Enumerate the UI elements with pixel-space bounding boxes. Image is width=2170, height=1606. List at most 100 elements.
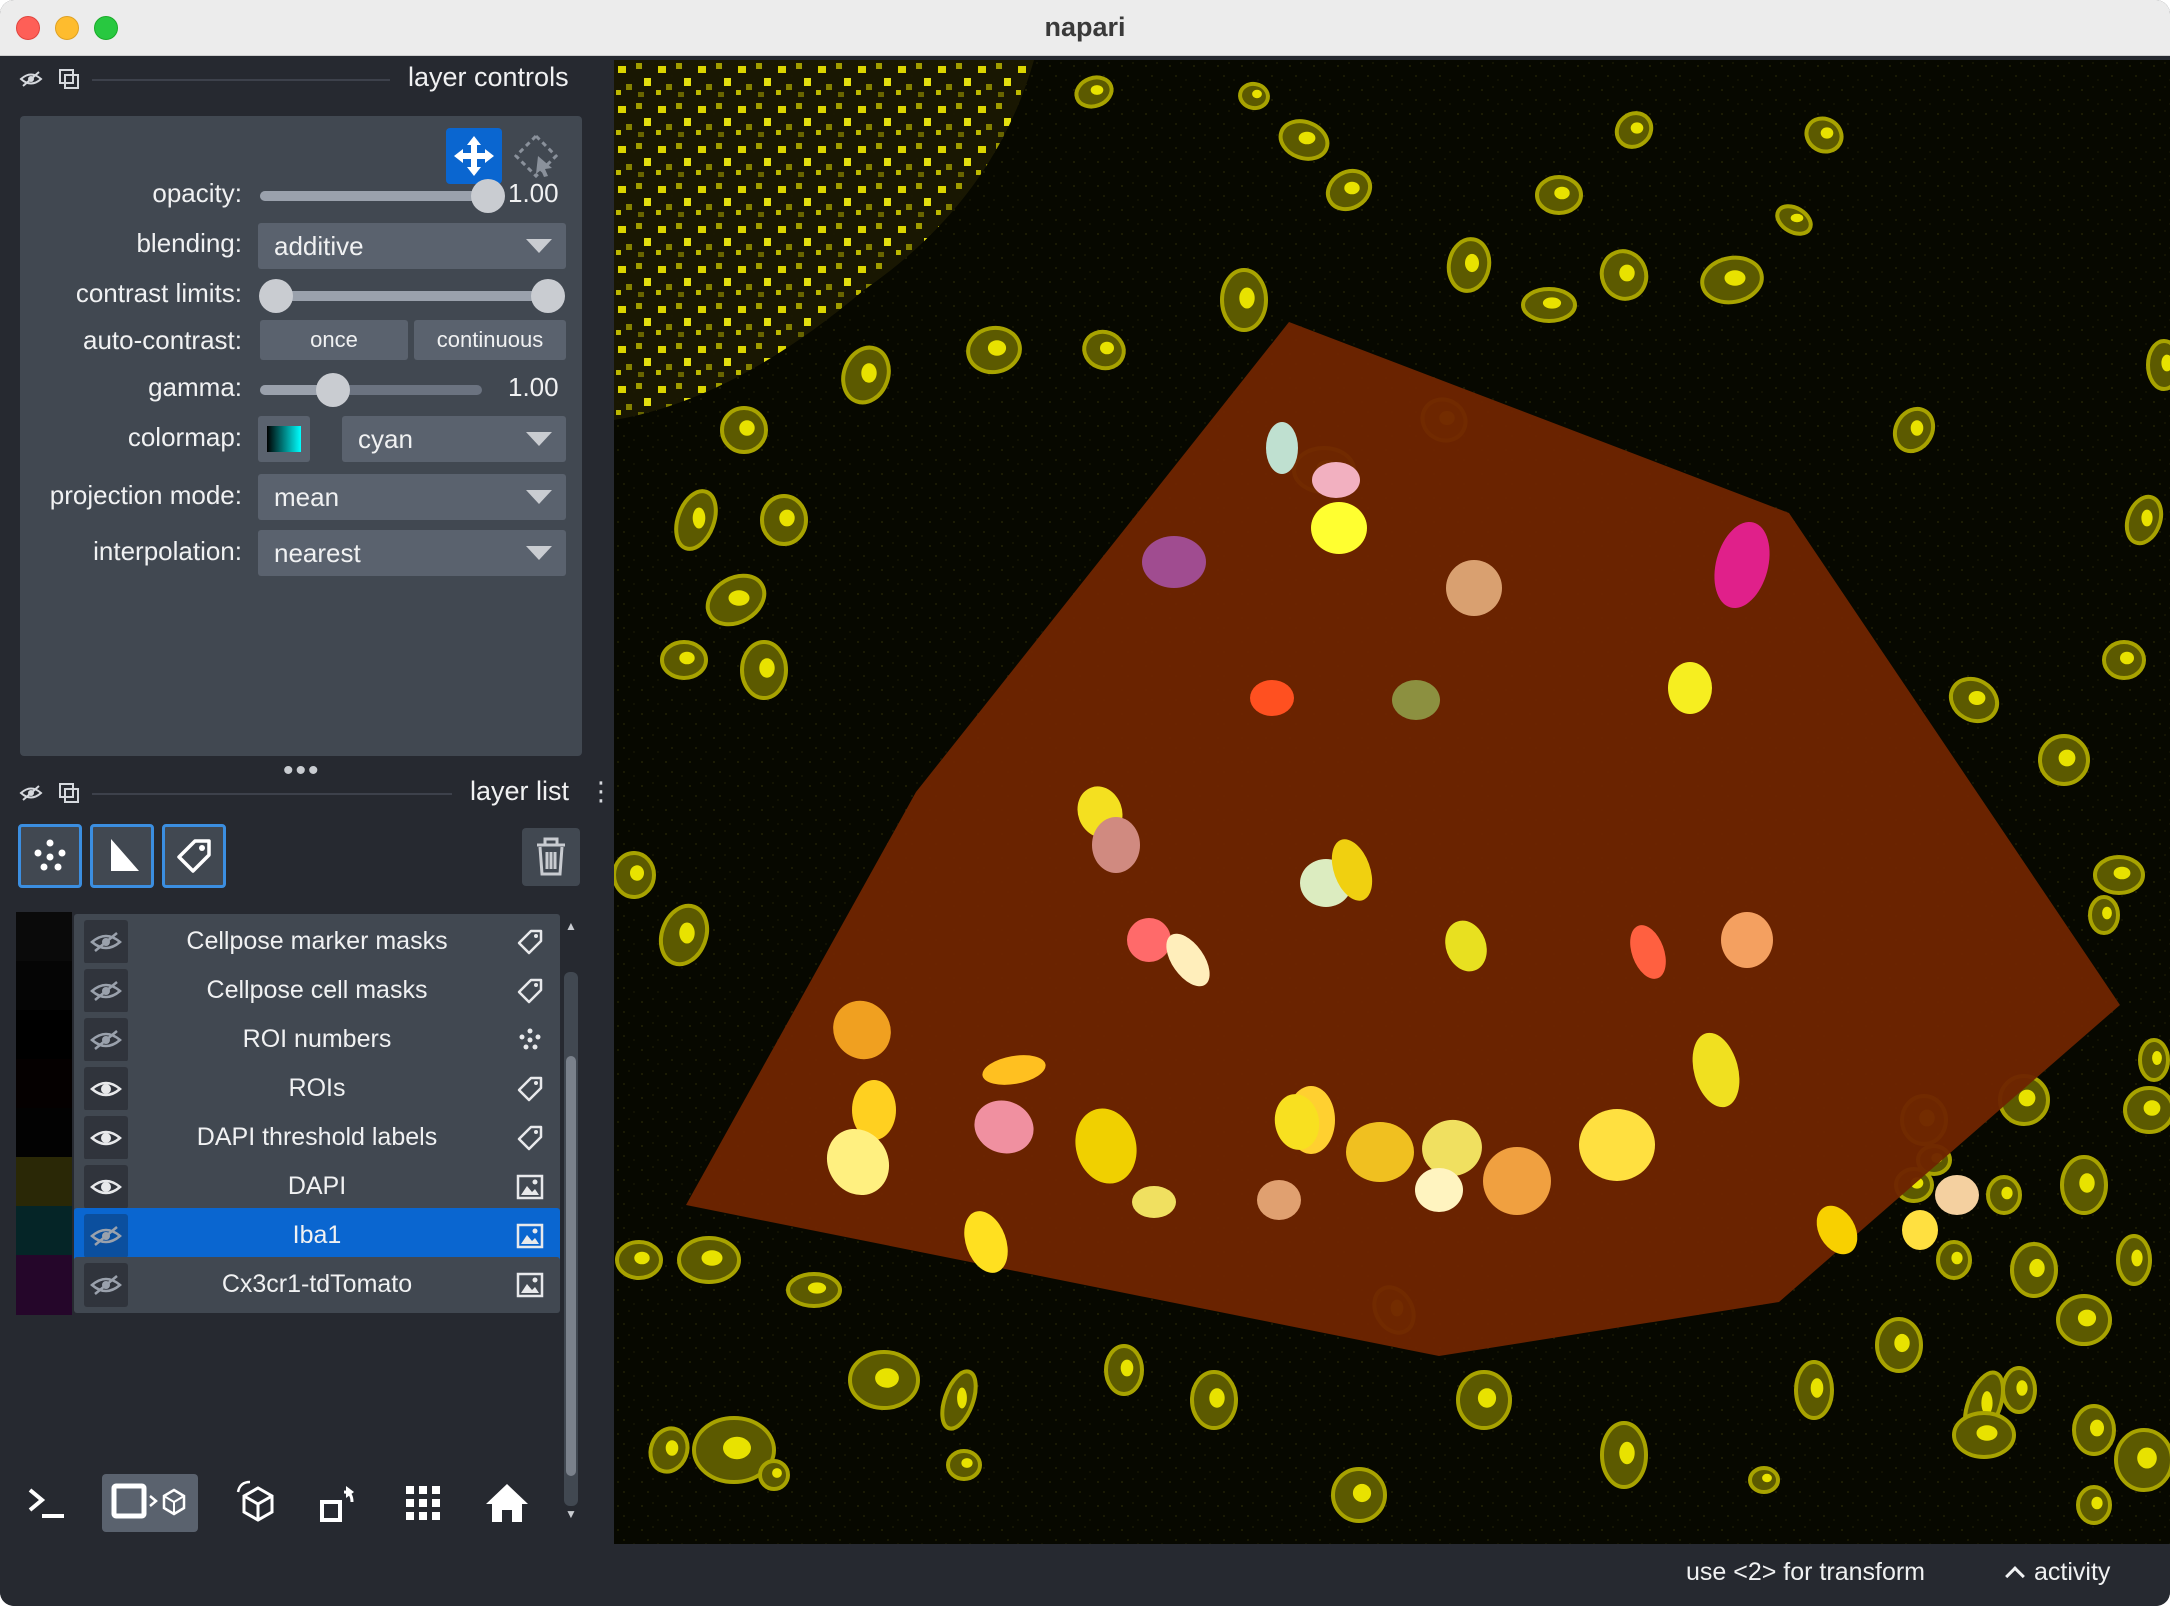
visibility-eye-icon[interactable] (84, 1165, 128, 1209)
interpolation-dropdown[interactable]: nearest (258, 530, 566, 576)
contrast-limits-slider[interactable] (259, 279, 565, 313)
activity-button[interactable]: activity (2005, 1558, 2111, 1587)
nucleus-core (1209, 1388, 1225, 1408)
float-panel-icon[interactable] (56, 66, 82, 92)
nucleus-core (875, 1368, 899, 1388)
interpolation-label: interpolation: (93, 536, 242, 566)
left-dock: layer controls opacity: 1.00 blending: a… (0, 56, 614, 1606)
chevron-down-icon (526, 239, 552, 253)
nucleus-core (2029, 1258, 2045, 1278)
nucleus-core (2152, 1051, 2162, 1065)
float-panel-icon[interactable] (56, 780, 82, 806)
nucleus-core (2018, 1089, 2036, 1107)
status-bar: use <2> for transform activity (612, 1544, 2170, 1606)
blending-value: additive (274, 231, 364, 261)
contrast-low-handle[interactable] (259, 279, 293, 313)
nucleus-core (957, 1387, 967, 1409)
layer-name: Cx3cr1-tdTomato (221, 1270, 413, 1298)
nucleus-core (1298, 131, 1316, 145)
labeled-nucleus (1668, 662, 1712, 714)
visibility-eye-hidden-icon[interactable] (84, 920, 128, 964)
projection-mode-label: projection mode: (49, 480, 242, 510)
visibility-eye-hidden-icon[interactable] (84, 1214, 128, 1258)
visibility-eye-hidden-icon[interactable] (84, 969, 128, 1013)
gamma-slider[interactable] (260, 373, 482, 407)
scroll-up-icon[interactable]: ▲ (565, 920, 577, 932)
new-labels-layer-button[interactable] (162, 824, 226, 888)
contrast-high-handle[interactable] (531, 279, 565, 313)
nucleus-core (2137, 1447, 2157, 1469)
napari-window: napari layer controls opacity: 1.00 blen… (0, 0, 2170, 1606)
nucleus-core (739, 420, 755, 436)
opacity-slider[interactable] (260, 179, 505, 213)
visibility-eye-hidden-icon[interactable] (84, 1263, 128, 1307)
blending-label: blending: (136, 228, 242, 258)
nucleus-core (1910, 420, 1924, 436)
nucleus-core (1090, 85, 1104, 95)
nucleus-core (1619, 264, 1635, 282)
new-shapes-layer-button[interactable] (90, 824, 154, 888)
nucleus-core (1976, 1425, 1998, 1441)
nucleus-core (1100, 341, 1114, 355)
auto-contrast-continuous-button[interactable]: continuous (414, 320, 566, 360)
more-options-icon[interactable]: ⋮ (588, 778, 614, 806)
hide-panel-icon[interactable] (18, 66, 44, 92)
hide-panel-icon[interactable] (18, 780, 44, 806)
layer-row-body[interactable]: Cx3cr1-tdTomato (74, 1257, 560, 1313)
nucleus-core (1554, 186, 1570, 200)
opacity-value: 1.00 (508, 178, 559, 208)
image-icon (514, 1269, 546, 1301)
layer-name: ROIs (288, 1074, 346, 1102)
labeled-nucleus (1935, 1175, 1979, 1215)
layer-name: Cellpose marker masks (186, 927, 448, 955)
blending-dropdown[interactable]: additive (258, 223, 566, 269)
layer-list-scrollbar[interactable] (564, 972, 578, 1506)
reset-view-home-button[interactable] (478, 1474, 536, 1532)
image-icon (514, 1220, 546, 1252)
image-view[interactable] (614, 60, 2170, 1544)
opacity-label: opacity: (152, 178, 242, 208)
contrast-limits-label: contrast limits: (75, 278, 242, 308)
colormap-value: cyan (358, 424, 413, 454)
nucleus-core (1252, 89, 1262, 99)
new-points-layer-button[interactable] (18, 824, 82, 888)
scroll-down-icon[interactable]: ▼ (565, 1508, 577, 1520)
labeled-nucleus (1392, 680, 1440, 720)
nucleus-core (1762, 1473, 1772, 1483)
delete-layer-button[interactable] (522, 828, 580, 886)
gamma-value: 1.00 (508, 372, 559, 402)
opacity-slider-handle[interactable] (471, 179, 505, 213)
layer-row[interactable]: Cx3cr1-tdTomato (16, 1255, 560, 1315)
layer-list-title: layer list (470, 776, 570, 806)
nucleus-core (2143, 1100, 2161, 1116)
scrollbar-thumb[interactable] (566, 1056, 576, 1476)
select-mode-button[interactable] (508, 128, 564, 184)
layer-name: Iba1 (292, 1221, 342, 1249)
auto-contrast-once-button[interactable]: once (260, 320, 408, 360)
labeled-nucleus (1142, 536, 1206, 588)
toggle-ndisplay-button[interactable] (102, 1474, 198, 1532)
transpose-dimensions-button[interactable] (310, 1474, 368, 1532)
grid-view-button[interactable] (394, 1474, 452, 1532)
gamma-slider-handle[interactable] (316, 373, 351, 407)
viewer-canvas[interactable] (614, 60, 2170, 1544)
colormap-dropdown[interactable]: cyan (342, 416, 566, 462)
labeled-nucleus (1446, 560, 1502, 616)
activity-label: activity (2034, 1558, 2111, 1586)
header-divider (92, 79, 390, 81)
visibility-eye-hidden-icon[interactable] (84, 1018, 128, 1062)
roll-dimensions-button[interactable] (228, 1474, 286, 1532)
colormap-swatch[interactable] (258, 416, 310, 462)
labeled-nucleus (1312, 462, 1360, 498)
visibility-eye-icon[interactable] (84, 1116, 128, 1160)
layer-thumbnail (16, 1255, 72, 1315)
chevron-down-icon (526, 432, 552, 446)
labeled-nucleus (1311, 502, 1367, 554)
nucleus-core (1820, 127, 1834, 139)
projection-mode-dropdown[interactable]: mean (258, 474, 566, 520)
nucleus-core (1352, 1483, 1372, 1503)
console-button[interactable] (18, 1474, 76, 1532)
transform-mode-button[interactable] (446, 128, 502, 184)
labels-icon (514, 1122, 546, 1154)
visibility-eye-icon[interactable] (84, 1067, 128, 1111)
